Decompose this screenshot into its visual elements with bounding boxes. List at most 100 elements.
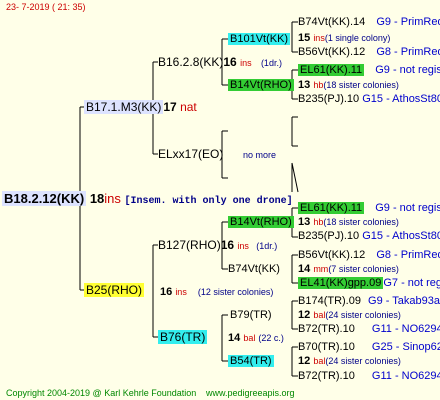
ddsr-suffix: bal bbox=[313, 310, 326, 320]
sss-id: B101Vt(KK) bbox=[228, 33, 291, 45]
ss-queen[interactable]: B16.2.8(KK)16 ins (1dr.) bbox=[158, 55, 282, 70]
root-queen[interactable]: B18.2.12(KK) 18ins [Insem. with only one… bbox=[2, 191, 293, 209]
ddds-id: B72(TR).10 bbox=[298, 370, 355, 382]
root-id: B18.2.12(KK) bbox=[2, 191, 87, 206]
ss-suffix: ins bbox=[240, 58, 252, 68]
dsdr-note: (7 sister colonies) bbox=[328, 264, 399, 274]
ddds-queen[interactable]: B72(TR).10 G11 - NO6294R bbox=[298, 369, 440, 383]
dds-id: B79(TR) bbox=[230, 309, 272, 321]
dsdd-origin: G8 - PrimRed01 bbox=[376, 249, 440, 261]
ssdd-queen[interactable]: EL61(KK).11 G9 - not registe bbox=[298, 63, 440, 77]
dd-info: 14 bal (22 c.) bbox=[228, 331, 284, 345]
dd-note: (22 c.) bbox=[258, 333, 284, 343]
ddss-queen[interactable]: B72(TR).10 G11 - NO6294R bbox=[298, 322, 440, 336]
sss-queen[interactable]: B101Vt(KK) bbox=[228, 32, 291, 46]
dsss-id: B235(PJ).10 bbox=[298, 230, 360, 242]
dam-queen[interactable]: B25(RHO) bbox=[84, 283, 145, 297]
ssdd-origin: G9 - not registe bbox=[375, 64, 440, 76]
ddd-queen[interactable]: B54(TR) bbox=[228, 354, 274, 368]
dsss-queen[interactable]: B235(PJ).10 G15 - AthosSt80R bbox=[298, 229, 440, 243]
dam-info: 16 ins (12 sister colonies) bbox=[160, 285, 273, 299]
ds-note: (1dr.) bbox=[256, 241, 278, 251]
dam-id: B25(RHO) bbox=[84, 283, 145, 297]
sssr-note: (1 single colony) bbox=[324, 33, 391, 43]
ssds-origin: G15 - AthosSt80R bbox=[362, 93, 440, 105]
ddsd-queen[interactable]: B174(TR).09 G9 - Takab93aR bbox=[298, 294, 440, 308]
ssd-queen[interactable]: B14Vt(RHO) bbox=[228, 78, 294, 92]
ssss-queen[interactable]: B56Vt(KK).12 G8 - PrimRed01 bbox=[298, 45, 440, 59]
dddd-queen[interactable]: B70(TR).10 G25 - Sinop62R bbox=[298, 340, 440, 354]
dd-id: B76(TR) bbox=[158, 330, 208, 344]
dam-suffix: ins bbox=[175, 287, 187, 297]
ddsr-queen[interactable]: 12 bal(24 sister colonies) bbox=[298, 308, 401, 322]
ssds-queen[interactable]: B235(PJ).10 G15 - AthosSt80R bbox=[298, 92, 440, 106]
dss-queen[interactable]: B14Vt(RHO) bbox=[228, 215, 294, 229]
dsdd-id: B56Vt(KK).12 bbox=[298, 249, 366, 261]
sire-id: B17.1.M3(KK) bbox=[84, 100, 164, 114]
sd-id: ELxx17(EO) bbox=[158, 147, 224, 161]
ds-queen[interactable]: B127(RHO)16 ins (1dr.) bbox=[158, 238, 277, 253]
ss-id: B16.2.8(KK) bbox=[158, 55, 224, 69]
ds-num: 16 bbox=[220, 238, 235, 252]
ds-id: B127(RHO) bbox=[158, 238, 221, 252]
dddd-origin: G25 - Sinop62R bbox=[371, 341, 440, 353]
ss-num: 16 bbox=[223, 55, 237, 69]
dsdr-queen[interactable]: 14 mm(7 sister colonies) bbox=[298, 262, 399, 276]
dsdr-suffix: mm bbox=[313, 264, 329, 274]
ds-suffix: ins bbox=[237, 241, 249, 251]
ssds-id: B235(PJ).10 bbox=[298, 93, 360, 105]
ddsr-num: 12 bbox=[298, 309, 311, 321]
dssr-queen[interactable]: 13 hb(18 sister colonies) bbox=[298, 215, 399, 229]
dsd-id: B74Vt(KK) bbox=[228, 263, 280, 275]
sssd-id: B74Vt(KK).14 bbox=[298, 16, 366, 28]
dsds-origin: G7 - not registe bbox=[383, 277, 440, 289]
dd-num: 14 bbox=[228, 332, 241, 344]
dsdd-queen[interactable]: B56Vt(KK).12 G8 - PrimRed01 bbox=[298, 248, 440, 262]
dssr-note: (18 sister colonies) bbox=[323, 217, 399, 227]
ssdd-id: EL61(KK).11 bbox=[298, 64, 365, 76]
dddr-suffix: bal bbox=[313, 356, 326, 366]
dssr-num: 13 bbox=[298, 216, 311, 228]
dsss-origin: G15 - AthosSt80R bbox=[362, 230, 440, 242]
dssd-origin: G9 - not registe bbox=[375, 202, 440, 214]
ddd-id: B54(TR) bbox=[228, 355, 274, 367]
ssss-id: B56Vt(KK).12 bbox=[298, 46, 366, 58]
dsd-queen[interactable]: B74Vt(KK) bbox=[228, 262, 280, 276]
dd-queen[interactable]: B76(TR) bbox=[158, 330, 208, 344]
ssd-id: B14Vt(RHO) bbox=[228, 79, 294, 91]
pedigree-chart: 23- 7-2019 ( 21: 35) B18.2.12(KK) 18ins … bbox=[0, 0, 440, 400]
dd-suffix: bal bbox=[243, 333, 256, 343]
report-date: 23- 7-2019 ( 21: 35) bbox=[6, 2, 86, 12]
ddsd-id: B174(TR).09 bbox=[298, 295, 361, 307]
dam-note: (12 sister colonies) bbox=[197, 287, 274, 297]
dssd-id: EL61(KK).11 bbox=[298, 202, 365, 214]
ssdr-num: 13 bbox=[298, 79, 311, 91]
footer-site-link[interactable]: www.pedigreeapis.org bbox=[206, 386, 295, 400]
dam-num: 16 bbox=[160, 286, 173, 298]
ssss-origin: G8 - PrimRed01 bbox=[376, 46, 440, 58]
ddss-origin: G11 - NO6294R bbox=[371, 323, 440, 335]
dssr-suffix: hb bbox=[313, 217, 324, 227]
dddr-note: (24 sister colonies) bbox=[325, 356, 401, 366]
sssd-queen[interactable]: B74Vt(KK).14 G9 - PrimRed01 bbox=[298, 15, 440, 29]
sire-queen[interactable]: B17.1.M3(KK) 17 nat bbox=[84, 100, 197, 114]
dss-id: B14Vt(RHO) bbox=[228, 216, 294, 228]
dddr-queen[interactable]: 12 bal(24 sister colonies) bbox=[298, 354, 401, 368]
ssdr-queen[interactable]: 13 hb(18 sister colonies) bbox=[298, 78, 399, 92]
dssd-queen[interactable]: EL61(KK).11 G9 - not registe bbox=[298, 201, 440, 215]
sd-queen[interactable]: ELxx17(EO) bbox=[158, 147, 223, 161]
footer-copyright: Copyright 2004-2019 @ Karl Kehrle Founda… bbox=[6, 388, 197, 398]
root-num: 18 bbox=[89, 191, 105, 206]
sssr-num: 15 bbox=[298, 32, 311, 44]
dsds-queen[interactable]: EL41(KK)gpp.09G7 - not registe bbox=[298, 276, 440, 290]
sire-num: 17 bbox=[163, 100, 177, 114]
ddss-id: B72(TR).10 bbox=[298, 323, 355, 335]
dsdr-num: 14 bbox=[298, 263, 311, 275]
sssr-queen[interactable]: 15 ins(1 single colony) bbox=[298, 31, 390, 45]
dddr-num: 12 bbox=[298, 355, 311, 367]
ddds-origin: G11 - NO6294R bbox=[371, 370, 440, 382]
dds-queen[interactable]: B79(TR) bbox=[230, 308, 272, 322]
sd-note: no more bbox=[243, 150, 277, 160]
sssr-suffix: ins bbox=[313, 33, 325, 43]
ssdr-suffix: hb bbox=[313, 80, 324, 90]
